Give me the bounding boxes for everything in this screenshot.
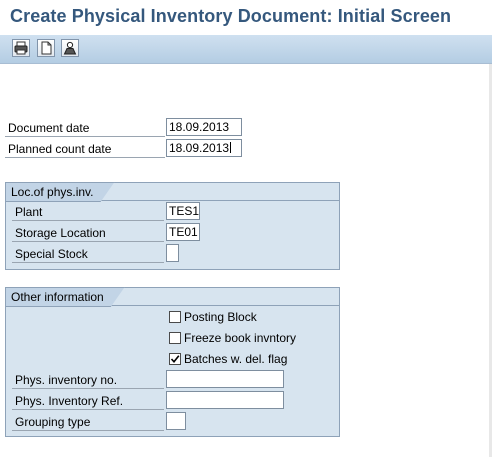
batches-del-flag-label: Batches w. del. flag [184, 352, 288, 366]
text-cursor [230, 142, 232, 153]
batches-del-flag-checkbox[interactable] [169, 353, 181, 365]
document-date-field[interactable]: 18.09.2013 [166, 118, 242, 136]
phys-inventory-ref-label: Phys. Inventory Ref. [12, 392, 164, 410]
location-group-title: Loc.of phys.inv. [5, 182, 115, 202]
profile-icon [63, 41, 77, 55]
plant-field[interactable]: TES1 [166, 202, 200, 220]
phys-inventory-ref-field[interactable] [166, 391, 284, 409]
phys-inventory-no-label: Phys. inventory no. [12, 371, 164, 389]
storage-location-field[interactable]: TE01 [166, 223, 200, 241]
application-toolbar [0, 35, 492, 64]
checkmark-icon [170, 355, 180, 364]
other-information-group-title: Other information [5, 287, 125, 307]
special-stock-field[interactable] [166, 244, 179, 262]
new-document-icon [41, 41, 52, 55]
freeze-book-checkbox[interactable] [169, 332, 181, 344]
planned-count-date-label: Planned count date [5, 140, 165, 158]
profile-button[interactable] [61, 39, 79, 57]
planned-count-date-field[interactable]: 18.09.2013 [166, 139, 242, 157]
new-document-button[interactable] [37, 39, 55, 57]
plant-label: Plant [12, 203, 164, 221]
print-button[interactable] [12, 39, 30, 57]
grouping-type-label: Grouping type [12, 413, 164, 431]
freeze-book-label: Freeze book invntory [184, 331, 297, 345]
print-icon [14, 41, 28, 55]
planned-count-date-value: 18.09.2013 [169, 141, 230, 155]
posting-block-label: Posting Block [184, 310, 257, 324]
storage-location-label: Storage Location [12, 224, 164, 242]
phys-inventory-no-field[interactable] [166, 370, 284, 388]
grouping-type-field[interactable] [166, 412, 186, 430]
posting-block-checkbox[interactable] [169, 311, 181, 323]
document-date-label: Document date [5, 119, 165, 137]
special-stock-label: Special Stock [12, 245, 164, 263]
page-title: Create Physical Inventory Document: Init… [10, 6, 452, 26]
